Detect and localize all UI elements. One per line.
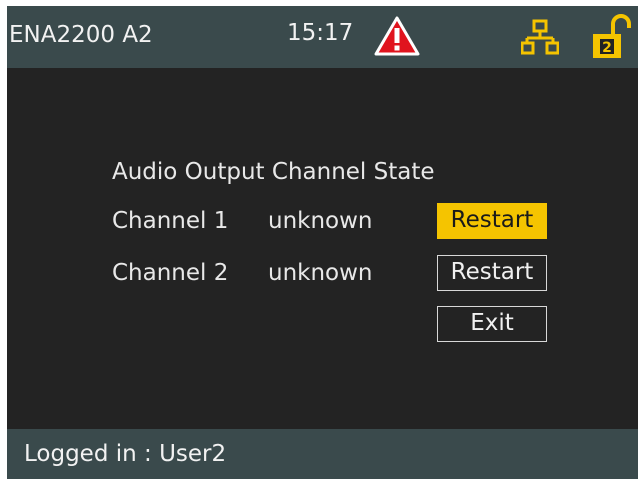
- channel-1-state: unknown: [268, 208, 373, 234]
- lock-level-text: 2: [602, 40, 612, 56]
- lcd-screen: ENA2200 A2 15:17 2 Audio Output Channel …: [7, 6, 638, 479]
- main-panel: Audio Output Channel State Channel 1 unk…: [7, 68, 638, 428]
- channel-1-restart-button[interactable]: Restart: [437, 203, 547, 239]
- device-frame: ENA2200 A2 15:17 2 Audio Output Channel …: [0, 0, 639, 482]
- channel-2-label: Channel 2: [112, 260, 229, 286]
- warning-icon[interactable]: [374, 16, 420, 56]
- footer-bar: Logged in : User2: [7, 429, 638, 479]
- clock: 15:17: [287, 20, 354, 46]
- login-status: Logged in : User2: [24, 441, 227, 467]
- device-title: ENA2200 A2: [9, 22, 153, 48]
- channel-1-label: Channel 1: [112, 208, 229, 234]
- network-icon: [521, 19, 559, 55]
- exit-button[interactable]: Exit: [437, 306, 547, 342]
- unlock-level-icon: 2: [593, 14, 631, 58]
- channel-2-restart-button[interactable]: Restart: [437, 255, 547, 291]
- panel-heading: Audio Output Channel State: [112, 159, 435, 185]
- status-bar: ENA2200 A2 15:17 2: [7, 6, 638, 68]
- channel-2-state: unknown: [268, 260, 373, 286]
